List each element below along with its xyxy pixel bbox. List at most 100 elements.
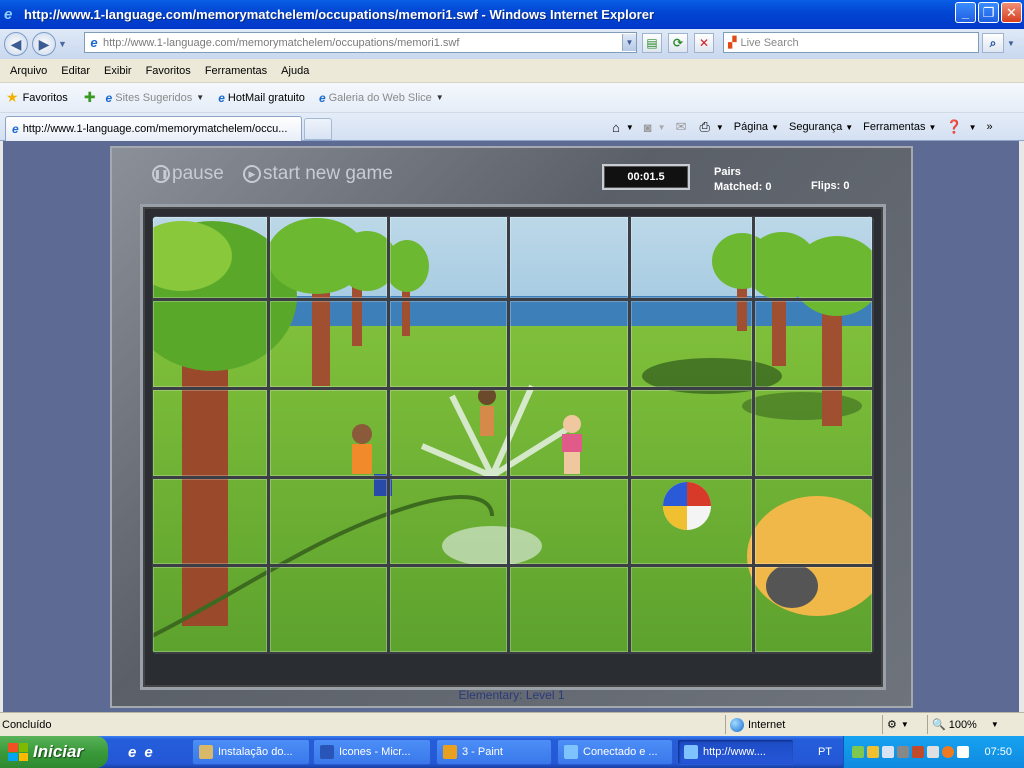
memory-card[interactable] (267, 298, 390, 390)
tray-app-icon[interactable] (897, 746, 909, 758)
memory-card[interactable] (628, 564, 755, 654)
memory-card[interactable] (387, 564, 510, 654)
zoom-text: 100% (948, 718, 977, 731)
search-dropdown-icon[interactable]: ▼ (1005, 33, 1017, 53)
taskbar-task-button[interactable]: 3 - Paint (436, 739, 552, 765)
network-icon[interactable] (882, 746, 894, 758)
memory-card[interactable] (152, 564, 270, 654)
favorites-button[interactable]: Favoritos (23, 92, 68, 104)
memory-card[interactable] (507, 476, 631, 567)
tray-app-icon[interactable] (912, 746, 924, 758)
favorites-item-label: Galeria do Web Slice (328, 91, 432, 104)
new-tab-button[interactable] (304, 118, 332, 140)
refresh-icon[interactable]: ⟳ (668, 33, 688, 53)
protected-mode-button[interactable]: ⚙ ▼ (882, 715, 926, 734)
tray-app-icon[interactable] (957, 746, 969, 758)
home-button[interactable]: ⌂ ▼ (612, 120, 634, 135)
more-commands-icon[interactable]: » (987, 121, 993, 133)
memory-card[interactable] (628, 476, 755, 567)
add-favorite-icon[interactable]: ✚ (84, 89, 96, 106)
memory-card[interactable] (628, 216, 755, 301)
menu-exibir[interactable]: Exibir (97, 65, 139, 77)
stop-icon[interactable]: ✕ (694, 33, 714, 53)
memory-card[interactable] (507, 387, 631, 479)
memory-card[interactable] (628, 387, 755, 479)
memory-card[interactable] (152, 387, 270, 479)
zone-indicator[interactable]: Internet (725, 715, 881, 734)
read-mail-button[interactable]: ✉ (676, 119, 690, 135)
menu-favoritos[interactable]: Favoritos (139, 65, 198, 77)
memory-card[interactable] (507, 298, 631, 390)
forward-button[interactable]: ▶ (32, 32, 56, 56)
memory-card[interactable] (387, 387, 510, 479)
restore-button[interactable]: ❐ (978, 2, 999, 23)
favorites-item-hotmail[interactable]: e HotMail gratuito (218, 91, 305, 105)
print-button[interactable]: ⎙ ▼ (699, 119, 723, 135)
back-button[interactable]: ◀ (4, 32, 28, 56)
navigation-bar: ◀ ▶ ▼ e http://www.1-language.com/memory… (0, 29, 1024, 59)
search-placeholder: Live Search (740, 36, 799, 49)
menu-editar[interactable]: Editar (54, 65, 97, 77)
memory-card[interactable] (152, 298, 270, 390)
memory-card[interactable] (752, 387, 874, 479)
page-menu-button[interactable]: Página ▼ (734, 121, 779, 133)
taskbar-task-button[interactable]: Icones - Micr... (313, 739, 431, 765)
search-input[interactable]: ▞ Live Search (723, 32, 979, 53)
favorites-item-web-slice[interactable]: e Galeria do Web Slice ▼ (319, 91, 444, 105)
game-timer: 00:01.5 (602, 164, 690, 190)
memory-card[interactable] (752, 298, 874, 390)
close-button[interactable]: ✕ (1001, 2, 1022, 23)
memory-card[interactable] (752, 476, 874, 567)
feeds-button[interactable]: ◙ ▼ (644, 120, 666, 135)
language-indicator[interactable]: PT (812, 739, 838, 765)
memory-card[interactable] (387, 298, 510, 390)
memory-card[interactable] (387, 476, 510, 567)
memory-card[interactable] (507, 216, 631, 301)
pause-button[interactable]: ❚❚ pause (152, 163, 224, 185)
menu-ferramentas[interactable]: Ferramentas (198, 65, 274, 77)
tray-app-icon[interactable] (942, 746, 954, 758)
start-button[interactable]: Iniciar (0, 736, 108, 768)
chevron-down-icon: ▼ (928, 122, 937, 132)
taskbar-task-button[interactable]: Conectado e ... (557, 739, 673, 765)
taskbar-task-button[interactable]: Instalação do... (192, 739, 310, 765)
ie-alt-quicklaunch-icon[interactable]: e (144, 744, 152, 761)
memory-card[interactable] (152, 216, 270, 301)
memory-card[interactable] (387, 216, 510, 301)
url-text[interactable]: http://www.1-language.com/memorymatchele… (103, 37, 622, 49)
memory-card[interactable] (267, 387, 390, 479)
address-dropdown-icon[interactable]: ▼ (622, 34, 636, 51)
tools-menu-button[interactable]: Ferramentas ▼ (863, 121, 936, 133)
memory-card[interactable] (628, 298, 755, 390)
search-icon[interactable]: ⌕ (982, 33, 1004, 53)
zoom-icon: 🔍 (932, 719, 946, 731)
memory-card[interactable] (752, 216, 874, 301)
windows-logo-icon (8, 743, 28, 761)
memory-card[interactable] (752, 564, 874, 654)
taskbar-task-button[interactable]: http://www.... (677, 739, 794, 765)
memory-card[interactable] (152, 476, 270, 567)
help-button[interactable]: ❓ ▼ (946, 119, 976, 135)
history-dropdown-icon[interactable]: ▼ (58, 39, 67, 49)
menu-ajuda[interactable]: Ajuda (274, 65, 316, 77)
favorites-item-label: Sites Sugeridos (115, 91, 193, 104)
vertical-scrollbar[interactable] (1019, 141, 1024, 712)
ie-quicklaunch-icon[interactable]: e (128, 744, 136, 761)
security-menu-button[interactable]: Segurança ▼ (789, 121, 853, 133)
shield-icon[interactable] (867, 746, 879, 758)
memory-card[interactable] (267, 564, 390, 654)
memory-card[interactable] (507, 564, 631, 654)
tab-active[interactable]: e http://www.1-language.com/memorymatche… (5, 116, 302, 141)
compatibility-view-icon[interactable]: ▤ (642, 33, 662, 53)
address-field[interactable]: e http://www.1-language.com/memorymatche… (84, 32, 637, 53)
memory-card[interactable] (267, 476, 390, 567)
page-menu-label: Página (733, 121, 769, 133)
memory-card[interactable] (267, 216, 390, 301)
volume-icon[interactable] (927, 746, 939, 758)
minimize-button[interactable]: _ (955, 2, 976, 23)
zoom-button[interactable]: 🔍 100% ▼ (927, 715, 1021, 734)
favorites-item-sites-sugeridos[interactable]: e Sites Sugeridos ▼ (106, 91, 205, 105)
start-new-game-button[interactable]: ▶ start new game (243, 163, 393, 185)
tray-app-icon[interactable] (852, 746, 864, 758)
menu-arquivo[interactable]: Arquivo (3, 65, 54, 77)
